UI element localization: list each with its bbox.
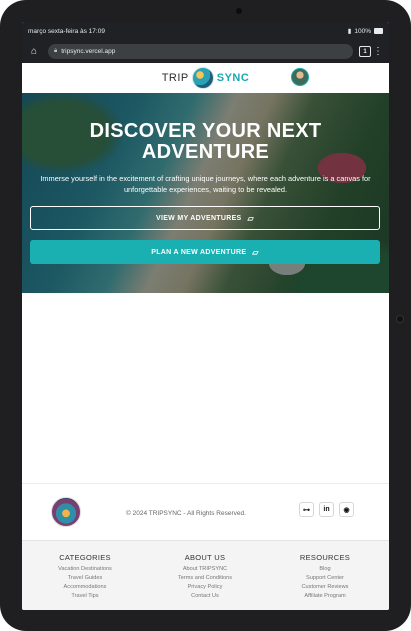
footer-col-resources: RESOURCES Blog Support Center Customer R…	[270, 553, 380, 601]
footer-link[interactable]: Contact Us	[150, 592, 260, 601]
footer-link[interactable]: Vacation Destinations	[30, 565, 140, 574]
browser-toolbar: ⌂ 🔒︎ tripsync.vercel.app 1 ⋮	[22, 40, 389, 63]
url-text: tripsync.vercel.app	[61, 48, 116, 55]
github-icon[interactable]: ◉	[339, 502, 354, 517]
lock-icon: 🔒︎	[54, 48, 58, 54]
plan-adventure-label: PLAN A NEW ADVENTURE	[151, 248, 247, 256]
status-indicators: ▮ 100%	[348, 27, 383, 35]
footer-col-categories: CATEGORIES Vacation Destinations Travel …	[30, 553, 140, 601]
footer-link[interactable]: Accommodations	[30, 583, 140, 592]
footer-link[interactable]: About TRIPSYNC	[150, 565, 260, 574]
address-bar[interactable]: 🔒︎ tripsync.vercel.app	[48, 44, 353, 59]
footer-link[interactable]: Support Center	[270, 574, 380, 583]
footer-col-title: ABOUT US	[184, 553, 226, 562]
hero-section: DISCOVER YOUR NEXT ADVENTURE Immerse you…	[22, 93, 389, 293]
copyright-text: © 2024 TRIPSYNC - All Rights Reserved.	[126, 510, 246, 517]
logo-sync-text: SYNC	[216, 72, 250, 84]
site-logo[interactable]: TRIP SYNC	[162, 67, 250, 89]
status-time: março sexta-feira às 17:09	[28, 27, 105, 35]
logo-trip-text: TRIP	[161, 72, 189, 84]
page-body	[22, 293, 389, 483]
footer-link[interactable]: Privacy Policy	[150, 583, 260, 592]
signal-icon: ▮	[347, 28, 352, 35]
view-adventures-button[interactable]: VIEW MY ADVENTURES ▱	[30, 206, 380, 230]
footer-links: CATEGORIES Vacation Destinations Travel …	[22, 540, 389, 610]
footer-link[interactable]: Affiliate Program	[270, 592, 380, 601]
social-links: ⊶ in ◉	[299, 502, 354, 517]
footer-link[interactable]: Blog	[270, 565, 380, 574]
screen: março sexta-feira às 17:09 ▮ 100% ⌂ 🔒︎ t…	[22, 22, 389, 610]
footer-link[interactable]: Terms and Conditions	[150, 574, 260, 583]
footer-link[interactable]: Travel Guides	[30, 574, 140, 583]
footer-link[interactable]: Customer Reviews	[270, 583, 380, 592]
plan-adventure-button[interactable]: PLAN A NEW ADVENTURE ▱	[30, 240, 380, 264]
battery-level: 100%	[354, 27, 371, 35]
side-button	[396, 315, 404, 323]
hero-content: DISCOVER YOUR NEXT ADVENTURE Immerse you…	[22, 93, 389, 293]
status-bar: março sexta-feira às 17:09 ▮ 100%	[22, 22, 389, 40]
user-avatar[interactable]	[291, 68, 309, 86]
battery-icon	[374, 28, 383, 34]
footer-col-about: ABOUT US About TRIPSYNC Terms and Condit…	[150, 553, 260, 601]
map-icon: ▱	[247, 213, 254, 223]
tablet-frame: março sexta-feira às 17:09 ▮ 100% ⌂ 🔒︎ t…	[0, 0, 411, 631]
footer-link[interactable]: Travel Tips	[30, 592, 140, 601]
hero-title-line2: ADVENTURE	[141, 141, 270, 163]
view-adventures-label: VIEW MY ADVENTURES	[156, 214, 242, 222]
linkedin-icon[interactable]: in	[319, 502, 334, 517]
footer-logo[interactable]	[51, 497, 81, 527]
map-icon: ▱	[252, 247, 259, 257]
sitemap-icon[interactable]: ⊶	[299, 502, 314, 517]
home-icon[interactable]: ⌂	[26, 46, 42, 57]
menu-icon[interactable]: ⋮	[371, 46, 385, 57]
hero-subtitle: Immerse yourself in the excitement of cr…	[40, 174, 371, 194]
camera-icon	[236, 8, 242, 14]
site-header: TRIP SYNC	[22, 63, 389, 93]
footer-col-title: RESOURCES	[299, 553, 351, 562]
hero-title-line1: DISCOVER YOUR NEXT	[89, 120, 322, 142]
footer-col-title: CATEGORIES	[59, 553, 111, 562]
hero-title: DISCOVER YOUR NEXT ADVENTURE	[22, 121, 389, 163]
globe-logo-icon	[191, 67, 214, 89]
footer-brand-bar: © 2024 TRIPSYNC - All Rights Reserved. ⊶…	[22, 483, 389, 541]
tabs-icon[interactable]: 1	[359, 46, 371, 57]
